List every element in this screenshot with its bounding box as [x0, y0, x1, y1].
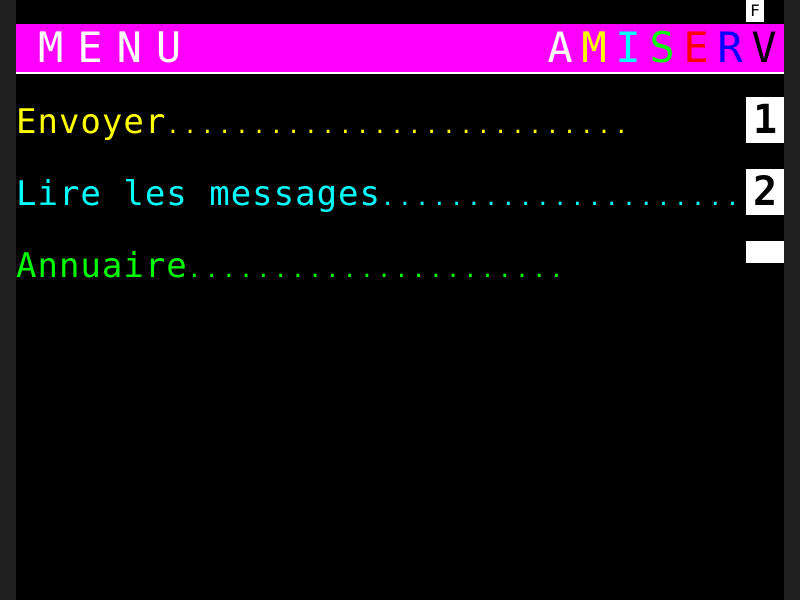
menu-item-lire-les-messages[interactable]: Lire les messages.....................	[16, 170, 746, 218]
brand-letter: I	[615, 23, 647, 72]
status-indicator: F	[746, 0, 764, 22]
menu-item-annuaire[interactable]: Annuaire......................	[16, 242, 636, 290]
right-border	[784, 0, 800, 600]
brand-letter: A	[547, 23, 579, 72]
menu-item-envoyer[interactable]: Envoyer...........................	[16, 98, 746, 146]
menu-key-2[interactable]: 2	[746, 169, 784, 215]
brand-logo: A M I S E R V	[546, 24, 784, 72]
brand-letter: E	[683, 23, 715, 72]
minitel-screen: F MENU A M I S E R V Envoyer............…	[0, 0, 800, 600]
menu-item-label: Envoyer	[16, 102, 167, 142]
left-border	[0, 0, 16, 600]
header-bar: MENU A M I S E R V	[16, 24, 784, 72]
menu-key-1[interactable]: 1	[746, 97, 784, 143]
page-title: MENU	[38, 23, 196, 72]
menu-item-leader-dots: .....................	[381, 186, 744, 211]
header-divider	[16, 72, 784, 74]
brand-letter: M	[581, 23, 613, 72]
menu-item-label: Annuaire	[16, 246, 188, 286]
menu-item-label: Lire les messages	[16, 174, 381, 214]
menu-item-leader-dots: ......................	[187, 258, 568, 283]
brand-letter: R	[717, 23, 749, 72]
brand-letter: V	[751, 23, 783, 72]
menu-item-leader-dots: ...........................	[166, 114, 632, 139]
menu-key-3[interactable]	[746, 241, 784, 263]
brand-letter: S	[649, 23, 681, 72]
